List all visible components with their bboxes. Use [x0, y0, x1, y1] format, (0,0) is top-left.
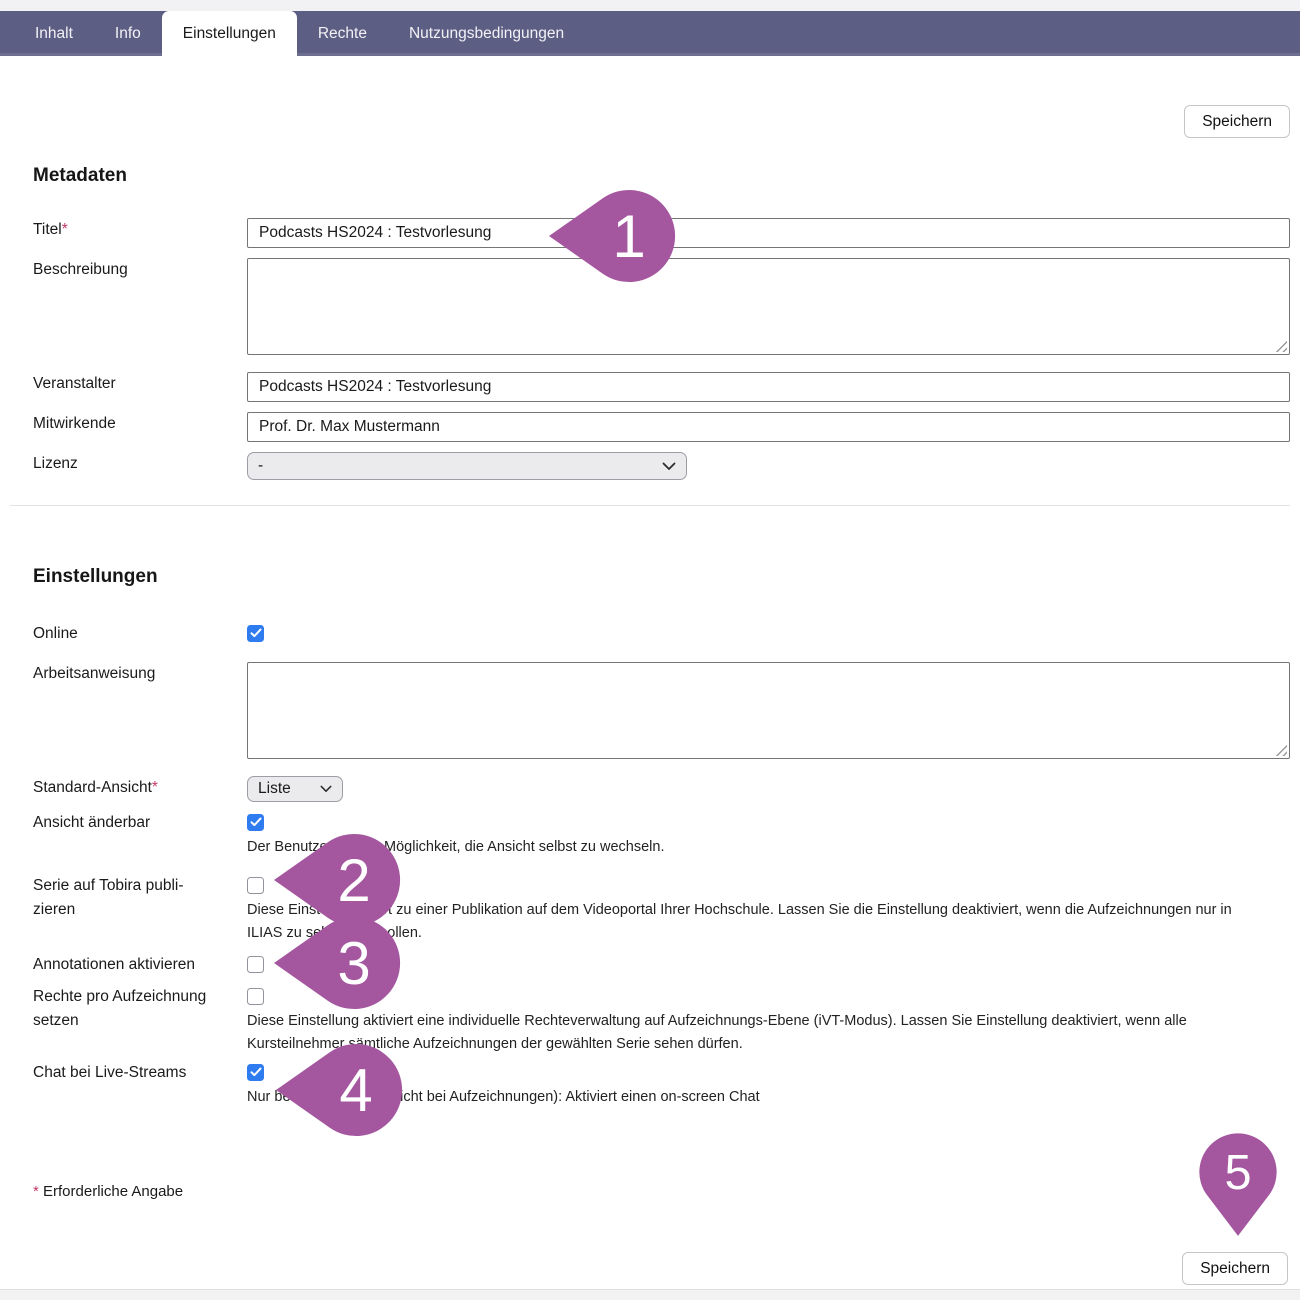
ansicht-aenderbar-help: Der Benutzer hat die Möglichkeit, die An… [247, 836, 1263, 859]
arbeitsanweisung-row: Arbeitsanweisung [33, 662, 1290, 759]
arbeitsanweisung-label: Arbeitsanweisung [33, 662, 218, 686]
required-note: * Erforderliche Angabe [33, 1183, 183, 1201]
browser-bottom-strip [0, 1289, 1300, 1300]
settings-page: Inhalt Info Einstellungen Rechte Nutzung… [0, 0, 1300, 1300]
required-asterisk: * [33, 1183, 39, 1200]
rechte-pro-row: Rechte pro Aufzeich­nung setzen Diese Ei… [33, 988, 1290, 1056]
rechte-pro-label: Rechte pro Aufzeich­nung setzen [33, 985, 218, 1033]
standard-ansicht-label: Standard-Ansicht* [33, 776, 218, 800]
chat-label: Chat bei Live-Streams [33, 1061, 218, 1085]
lizenz-row: Lizenz - [33, 452, 1290, 480]
beschreibung-textarea[interactable] [247, 258, 1290, 355]
svg-text:5: 5 [1224, 1146, 1251, 1200]
tobira-checkbox[interactable] [247, 877, 264, 894]
beschreibung-row: Beschreibung [33, 258, 1290, 355]
titel-label: Titel* [33, 218, 218, 242]
tobira-row: Serie auf Tobira publi­zieren Diese Eins… [33, 877, 1290, 945]
standard-ansicht-selected-value: Liste [258, 780, 291, 798]
mitwirkende-label: Mitwirkende [33, 412, 218, 436]
tab-inhalt[interactable]: Inhalt [14, 11, 94, 56]
tobira-label: Serie auf Tobira publi­zieren [33, 874, 218, 922]
titel-row: Titel* [33, 218, 1290, 248]
tab-bar: Inhalt Info Einstellungen Rechte Nutzung… [0, 11, 1300, 56]
online-checkbox[interactable] [247, 625, 264, 642]
form-content: Speichern Metadaten Titel* Beschreibung … [0, 56, 1300, 1109]
annotationen-row: Annotationen aktivie­ren [33, 956, 1290, 977]
ansicht-aenderbar-row: Ansicht änderbar Der Benutzer hat die Mö… [33, 814, 1290, 859]
section-divider [10, 505, 1290, 506]
standard-ansicht-select[interactable]: Liste [247, 776, 343, 802]
annotation-marker-5: 5 [1196, 1128, 1280, 1238]
online-label: Online [33, 622, 218, 646]
rechte-pro-help: Diese Einstellung aktiviert eine individ… [247, 1010, 1263, 1056]
mitwirkende-row: Mitwirkende [33, 412, 1290, 442]
veranstalter-row: Veranstalter [33, 372, 1290, 402]
required-asterisk: * [62, 221, 68, 238]
chevron-down-icon [320, 785, 332, 793]
check-icon [250, 625, 262, 643]
arbeitsanweisung-textarea[interactable] [247, 662, 1290, 759]
metadata-heading: Metadaten [33, 165, 1290, 187]
lizenz-selected-value: - [258, 457, 263, 475]
lizenz-select[interactable]: - [247, 452, 687, 480]
annotationen-label: Annotationen aktivie­ren [33, 953, 218, 977]
tab-info[interactable]: Info [94, 11, 162, 56]
save-button-top[interactable]: Speichern [1184, 105, 1290, 138]
ansicht-aenderbar-checkbox[interactable] [247, 814, 264, 831]
standard-ansicht-row: Standard-Ansicht* Liste [33, 776, 1290, 802]
chevron-down-icon [662, 462, 676, 471]
save-button-bottom[interactable]: Speichern [1182, 1252, 1288, 1285]
mitwirkende-input[interactable] [247, 412, 1290, 442]
settings-heading: Einstellungen [33, 566, 1290, 588]
online-row: Online [33, 625, 1290, 646]
tobira-help: Diese Einstellung führt zu einer Publika… [247, 899, 1263, 945]
check-icon [250, 814, 262, 832]
required-asterisk: * [152, 779, 158, 796]
tab-rechte[interactable]: Rechte [297, 11, 388, 56]
lizenz-label: Lizenz [33, 452, 218, 476]
titel-input[interactable] [247, 218, 1290, 248]
veranstalter-input[interactable] [247, 372, 1290, 402]
annotationen-checkbox[interactable] [247, 956, 264, 973]
tab-nutzungsbedingungen[interactable]: Nutzungsbedingungen [388, 11, 585, 56]
rechte-pro-checkbox[interactable] [247, 988, 264, 1005]
beschreibung-label: Beschreibung [33, 258, 218, 282]
veranstalter-label: Veranstalter [33, 372, 218, 396]
tab-einstellungen[interactable]: Einstellungen [162, 11, 297, 56]
chat-checkbox[interactable] [247, 1064, 264, 1081]
chat-help: Nur bei Live-Streams (nicht bei Aufzeich… [247, 1086, 1263, 1109]
ansicht-aenderbar-label: Ansicht änderbar [33, 811, 218, 835]
check-icon [250, 1064, 262, 1082]
chat-row: Chat bei Live-Streams Nur bei Live-Strea… [33, 1064, 1290, 1109]
browser-top-strip [0, 0, 1300, 11]
